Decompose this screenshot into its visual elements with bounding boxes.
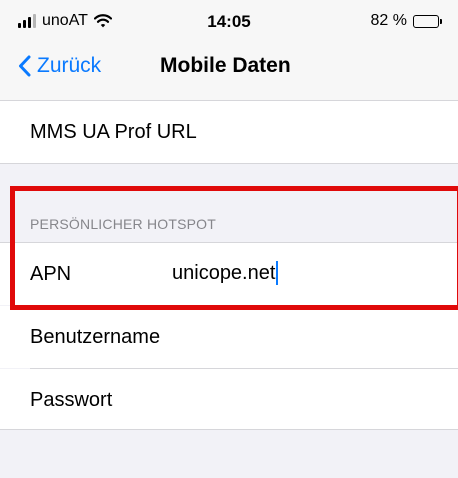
battery-icon <box>413 14 442 28</box>
back-button[interactable]: Zurück <box>18 54 101 78</box>
mms-row-divider <box>0 163 458 164</box>
status-bar: unoAT 14:05 82 % <box>0 0 458 42</box>
username-row[interactable]: Benutzername <box>0 306 458 368</box>
password-label: Passwort <box>30 389 113 411</box>
mms-url-label: MMS UA Prof URL <box>30 121 197 143</box>
chevron-left-icon <box>19 55 31 77</box>
nav-bar: Zurück Mobile Daten <box>0 42 458 94</box>
back-label: Zurück <box>37 54 102 77</box>
battery-percent: 82 % <box>370 12 407 29</box>
page-title: Mobile Daten <box>160 54 291 77</box>
highlight-box <box>10 186 458 310</box>
status-right: 82 % <box>371 12 442 30</box>
username-label: Benutzername <box>30 326 161 348</box>
password-row[interactable]: Passwort <box>0 369 458 429</box>
mms-url-row[interactable]: MMS UA Prof URL <box>0 101 458 163</box>
hotspot-bottom-divider <box>0 429 458 430</box>
